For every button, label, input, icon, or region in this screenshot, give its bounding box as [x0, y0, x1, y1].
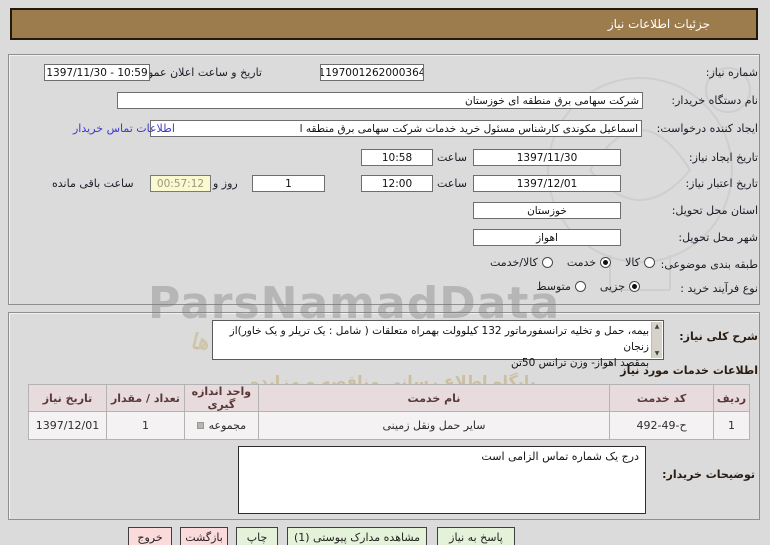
cell-name: سایر حمل ونقل زمینی	[257, 411, 611, 440]
description-line1: بیمه، حمل و تخلیه ترانسفورماتور 132 کیلو…	[229, 325, 649, 353]
expire-time-label: ساعت	[437, 177, 467, 190]
radio-label: متوسط	[536, 280, 571, 293]
process-option-medium[interactable]: متوسط	[536, 280, 586, 293]
buyer-notes-box[interactable]: درج یک شماره تماس الزامی است	[238, 446, 646, 514]
print-button[interactable]: چاپ	[236, 527, 278, 545]
services-header-row: ردیف کد خدمت نام خدمت واحد اندازه گیری ت…	[27, 384, 750, 412]
buyer-contact-link[interactable]: اطلاعات تماس خریدار	[73, 122, 175, 135]
col-name: نام خدمت	[257, 384, 611, 412]
announce-datetime-field[interactable]: 10:59 - 1397/11/30	[44, 64, 150, 81]
radio-label: جزیی	[599, 280, 625, 293]
need-number-field[interactable]: 1197001262000364	[320, 64, 424, 81]
expire-date-field[interactable]: 1397/12/01	[473, 175, 621, 192]
buyer-notes-label: توضیحات خریدار:	[662, 468, 755, 481]
description-label: شرح کلی نیاز:	[679, 330, 758, 343]
radio-label: کالا/خدمت	[490, 256, 538, 269]
create-date-label: تاریخ ایجاد نیاز:	[688, 151, 758, 164]
col-row-no: ردیف	[713, 384, 750, 412]
radio-label: خدمت	[566, 256, 597, 269]
need-number-label: شماره نیاز:	[705, 66, 758, 79]
category-option-goods-service[interactable]: کالا/خدمت	[490, 256, 553, 269]
category-radio-group: کالا خدمت کالا/خدمت	[490, 256, 655, 269]
province-field[interactable]: خوزستان	[473, 202, 621, 219]
expire-date-label: تاریخ اعتبار نیاز:	[685, 177, 758, 190]
unit-value: مجموعه	[208, 419, 247, 432]
back-button[interactable]: بازگشت	[180, 527, 228, 545]
unit-info-icon[interactable]	[196, 422, 204, 429]
process-type-radio-group: جزیی متوسط	[536, 280, 640, 293]
need-details-page: { "title": "جزئیات اطلاعات نیاز", "color…	[0, 0, 770, 545]
expire-time-field[interactable]: 12:00	[361, 175, 433, 192]
cell-code: ح-49-492	[609, 411, 715, 440]
radio-icon[interactable]	[541, 257, 553, 268]
category-option-service[interactable]: خدمت	[566, 256, 612, 269]
radio-icon[interactable]	[629, 281, 640, 292]
cell-unit: مجموعه	[183, 411, 259, 440]
page-title-bar: جزئیات اطلاعات نیاز	[10, 8, 758, 40]
remaining-countdown: 00:57:12	[150, 175, 211, 192]
radio-icon[interactable]	[644, 257, 655, 268]
process-type-label: نوع فرآیند خرید :	[680, 282, 758, 295]
exit-button[interactable]: خروج	[128, 527, 172, 545]
remaining-days-field[interactable]: 1	[252, 175, 325, 192]
col-code: کد خدمت	[609, 384, 715, 412]
table-row[interactable]: 1 ح-49-492 سایر حمل ونقل زمینی مجموعه 1 …	[27, 411, 750, 440]
buyer-org-field[interactable]: شرکت سهامی برق منطقه ای خوزستان	[117, 92, 643, 109]
scroll-up-icon[interactable]: ▲	[655, 323, 660, 330]
page-title: جزئیات اطلاعات نیاز	[607, 17, 710, 31]
city-label: شهر محل تحویل:	[678, 231, 758, 244]
city-field[interactable]: اهواز	[473, 229, 621, 246]
textarea-scrollbar[interactable]: ▲ ▼	[651, 322, 662, 358]
remaining-days-label: روز و	[213, 177, 238, 190]
request-creator-label: ایجاد کننده درخواست:	[656, 122, 758, 135]
request-creator-field[interactable]: اسماعیل مکوندی کارشناس مسئول خرید خدمات …	[150, 120, 642, 137]
col-need-date: تاریخ نیاز	[27, 384, 108, 412]
category-option-goods[interactable]: کالا	[625, 256, 655, 269]
cell-qty: 1	[106, 411, 185, 440]
province-label: استان محل تحویل:	[671, 204, 758, 217]
radio-label: کالا	[625, 256, 640, 269]
col-qty: تعداد / مقدار	[106, 384, 185, 412]
category-label: طبقه بندی موضوعی:	[660, 258, 758, 271]
radio-icon[interactable]	[600, 257, 612, 268]
description-textarea[interactable]: بیمه، حمل و تخلیه ترانسفورماتور 132 کیلو…	[212, 320, 664, 369]
buyer-org-label: نام دستگاه خریدار:	[671, 94, 758, 107]
create-time-field[interactable]: 10:58	[361, 149, 433, 166]
cell-need-date: 1397/12/01	[27, 411, 108, 440]
view-attachments-button[interactable]: مشاهده مدارک پیوستی (1)	[287, 527, 427, 545]
process-option-minor[interactable]: جزیی	[600, 280, 640, 293]
services-table: ردیف کد خدمت نام خدمت واحد اندازه گیری ت…	[27, 384, 750, 440]
create-time-label: ساعت	[437, 151, 467, 164]
radio-icon[interactable]	[574, 281, 586, 292]
cell-row-no: 1	[713, 411, 750, 440]
services-section-title: اطلاعات خدمات مورد نیاز	[620, 364, 758, 377]
create-date-field[interactable]: 1397/11/30	[473, 149, 621, 166]
respond-to-need-button[interactable]: پاسخ به نیاز	[437, 527, 515, 545]
description-line2: بمقصد اهواز- وزن ترانس 50تن	[510, 357, 649, 369]
scroll-down-icon[interactable]: ▼	[655, 350, 660, 357]
col-unit: واحد اندازه گیری	[183, 384, 259, 412]
remaining-suffix-label: ساعت باقی مانده	[52, 177, 134, 190]
